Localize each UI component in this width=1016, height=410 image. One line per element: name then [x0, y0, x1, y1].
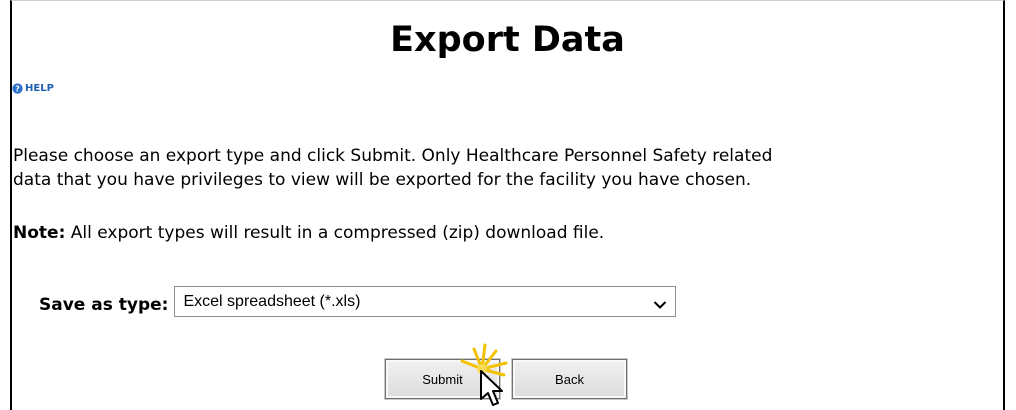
back-button[interactable]: Back: [512, 359, 627, 399]
export-panel: Export Data ? HELP Please choose an expo…: [10, 0, 1005, 410]
save-as-type-value: Excel spreadsheet (*.xls): [183, 292, 361, 310]
submit-button[interactable]: Submit: [385, 359, 500, 399]
save-as-row: Save as type: Excel spreadsheet (*.xls): [39, 286, 677, 317]
save-as-label: Save as type:: [39, 294, 169, 315]
save-as-type-select[interactable]: Excel spreadsheet (*.xls): [174, 286, 677, 317]
note-label: Note:: [13, 223, 66, 243]
note-body: All export types will result in a compre…: [65, 223, 605, 243]
instructions-line-1: Please choose an export type and click S…: [13, 146, 773, 166]
instructions-text: Please choose an export type and click S…: [12, 144, 997, 192]
note-text: Note: All export types will result in a …: [12, 221, 997, 245]
svg-text:?: ?: [15, 84, 20, 93]
instructions-line-2: data that you have privileges to view wi…: [13, 170, 752, 190]
chevron-down-icon: [653, 297, 667, 309]
help-circle-icon: ?: [12, 83, 23, 94]
help-link[interactable]: ? HELP: [12, 83, 54, 94]
page-title: Export Data: [390, 20, 625, 60]
help-label: HELP: [25, 83, 54, 94]
